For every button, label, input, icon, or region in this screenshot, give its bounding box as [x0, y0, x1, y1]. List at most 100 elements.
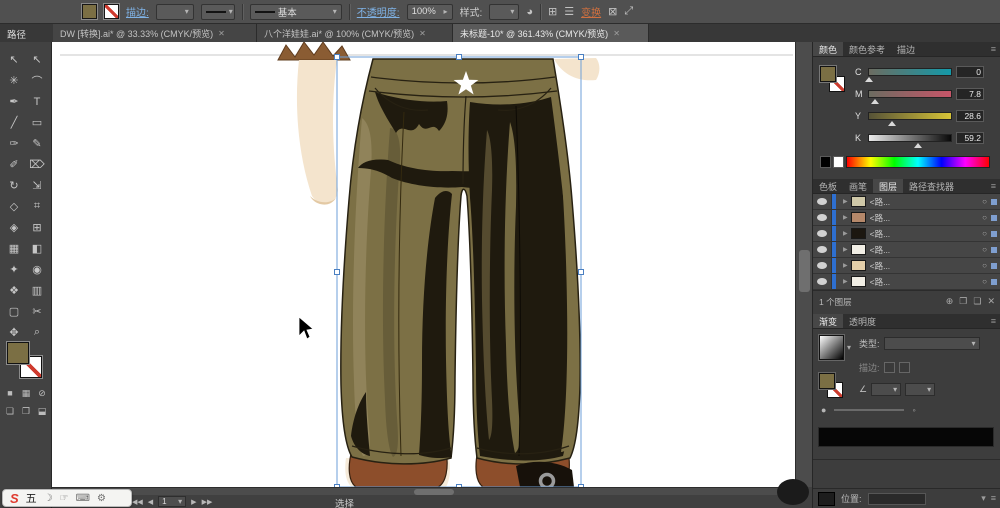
distribute-icon[interactable]: ☰ — [564, 5, 574, 18]
ime-toolbar[interactable]: S 五 ☽ ☞ ⌨ ⚙ — [2, 489, 132, 507]
arrange-icon[interactable]: ⤢ — [624, 5, 633, 18]
recolor-artwork-icon[interactable]: ◕ — [526, 6, 533, 18]
tab-layers[interactable]: 图层 — [873, 179, 903, 193]
new-layer-icon[interactable]: ❏ — [973, 296, 981, 307]
expand-arrow-icon[interactable]: ▶ — [843, 214, 848, 221]
cyan-value-field[interactable]: 0 — [956, 66, 984, 78]
collect-icon[interactable]: ⊕ — [946, 296, 954, 307]
menu-icon[interactable]: ≡ — [991, 493, 996, 504]
target-circle-icon[interactable]: ○ — [982, 245, 987, 254]
close-icon[interactable]: ✕ — [419, 29, 426, 38]
lasso-tool[interactable]: ⌒ — [26, 70, 49, 91]
panel-menu-icon[interactable]: ≡ — [986, 314, 1000, 328]
vertical-scrollbar[interactable] — [795, 42, 812, 487]
selected-art-indicator[interactable] — [991, 263, 997, 269]
slider-knob[interactable] — [888, 117, 896, 126]
document-tab-1[interactable]: DW [转换].ai* @ 33.33% (CMYK/预览)✕ — [53, 24, 257, 42]
selected-art-indicator[interactable] — [991, 199, 997, 205]
angle-field[interactable]: ▾ — [871, 383, 901, 396]
expand-arrow-icon[interactable]: ▶ — [843, 198, 848, 205]
free-transform-tool[interactable]: ⌗ — [26, 196, 49, 217]
gear-icon[interactable]: ⚙ — [97, 493, 106, 504]
yellow-slider[interactable] — [868, 112, 952, 120]
selected-art-indicator[interactable] — [991, 247, 997, 253]
line-segment-tool[interactable]: ╱ — [3, 112, 26, 133]
opacity-link[interactable]: 不透明度: — [357, 4, 400, 19]
panel-menu-icon[interactable]: ≡ — [986, 42, 1000, 56]
document-tab-3-active[interactable]: 未标题-10* @ 361.43% (CMYK/预览)✕ — [453, 24, 649, 42]
horizontal-scrollbar[interactable] — [52, 487, 795, 495]
style-dropdown[interactable]: ▾ — [489, 4, 519, 20]
gradient-tool[interactable]: ◧ — [26, 238, 49, 259]
layer-row[interactable]: ▶ <路... ○ — [813, 274, 1000, 290]
width-tool[interactable]: ◇ — [3, 196, 26, 217]
visibility-eye-icon[interactable] — [813, 274, 832, 290]
keyboard-icon[interactable]: ⌨ — [76, 493, 90, 504]
target-circle-icon[interactable]: ○ — [982, 277, 987, 286]
layer-row[interactable]: ▶ <路... ○ — [813, 194, 1000, 210]
opacity-field[interactable]: 100%▸ — [407, 4, 453, 20]
moon-icon[interactable]: ☽ — [44, 493, 53, 504]
visibility-eye-icon[interactable] — [813, 194, 832, 210]
screen-mode-button[interactable]: ⬓ — [34, 404, 50, 418]
layer-thumbnail[interactable] — [851, 260, 866, 271]
target-circle-icon[interactable]: ○ — [982, 229, 987, 238]
stroke-gradient-button-2[interactable] — [899, 362, 910, 373]
layer-thumbnail[interactable] — [851, 196, 866, 207]
pen-tool[interactable]: ✒ — [3, 91, 26, 112]
close-icon[interactable]: ✕ — [613, 29, 620, 38]
ime-logo[interactable]: S — [10, 491, 19, 506]
none-button[interactable]: ⊘ — [34, 386, 50, 400]
isolate-icon[interactable]: ⊠ — [608, 5, 617, 18]
expand-arrow-icon[interactable]: ▶ — [843, 246, 848, 253]
mesh-tool[interactable]: ▦ — [3, 238, 26, 259]
layer-name[interactable]: <路... — [870, 260, 983, 272]
gradient-type-dropdown[interactable]: ▾ — [884, 337, 980, 350]
paintbrush-tool[interactable]: ✑ — [3, 133, 26, 154]
position-field[interactable] — [868, 493, 926, 505]
shape-builder-tool[interactable]: ◈ — [3, 217, 26, 238]
blend-tool[interactable]: ◉ — [26, 259, 49, 280]
gradient-ramp[interactable] — [818, 427, 994, 447]
tab-color[interactable]: 颜色 — [813, 42, 843, 56]
slider-knob[interactable] — [865, 73, 873, 82]
new-sublayer-icon[interactable]: ❐ — [959, 296, 967, 307]
visibility-eye-icon[interactable] — [813, 242, 832, 258]
align-icon[interactable]: ⊞ — [548, 5, 557, 18]
color-button[interactable]: ■ — [2, 386, 18, 400]
layer-row[interactable]: ▶ <路... ○ — [813, 258, 1000, 274]
selected-art-indicator[interactable] — [991, 279, 997, 285]
close-icon[interactable]: ✕ — [218, 29, 225, 38]
layer-thumbnail[interactable] — [851, 228, 866, 239]
layer-row[interactable]: ▶ <路... ○ — [813, 210, 1000, 226]
cyan-slider[interactable] — [868, 68, 952, 76]
tab-gradient[interactable]: 渐变 — [813, 314, 843, 328]
stroke-weight-dropdown[interactable]: ▾ — [156, 4, 194, 20]
symbol-sprayer-tool[interactable]: ❖ — [3, 280, 26, 301]
dropdown-arrow-icon[interactable]: ▾ — [981, 493, 986, 504]
toolbar-fill-swatch[interactable] — [7, 342, 29, 364]
gradient-slider-line[interactable] — [834, 409, 904, 411]
width-profile-dropdown[interactable]: ▾ — [201, 4, 235, 20]
eraser-tool[interactable]: ⌦ — [26, 154, 49, 175]
visibility-eye-icon[interactable] — [813, 258, 832, 274]
pencil-tool[interactable]: ✎ — [26, 133, 49, 154]
layer-name[interactable]: <路... — [870, 212, 983, 224]
ime-status-ball[interactable] — [777, 479, 809, 505]
panel-menu-icon[interactable]: ≡ — [986, 179, 1000, 193]
gradient-stop-icon[interactable]: ◦ — [912, 405, 915, 415]
layer-name[interactable]: <路... — [870, 228, 983, 240]
draw-normal-button[interactable]: ❏ — [2, 404, 18, 418]
zoom-tool[interactable]: ⌕ — [26, 322, 49, 343]
expand-arrow-icon[interactable]: ▶ — [843, 262, 848, 269]
delete-layer-icon[interactable]: ✕ — [987, 296, 995, 307]
slider-knob[interactable] — [871, 95, 879, 104]
magic-wand-tool[interactable]: ✳ — [3, 70, 26, 91]
type-tool[interactable]: T — [26, 91, 49, 112]
visibility-eye-icon[interactable] — [813, 210, 832, 226]
white-swatch[interactable] — [833, 156, 844, 168]
gradient-fill-proxy[interactable] — [819, 373, 835, 389]
perspective-grid-tool[interactable]: ⊞ — [26, 217, 49, 238]
black-value-field[interactable]: 59.2 — [956, 132, 984, 144]
target-circle-icon[interactable]: ○ — [982, 197, 987, 206]
